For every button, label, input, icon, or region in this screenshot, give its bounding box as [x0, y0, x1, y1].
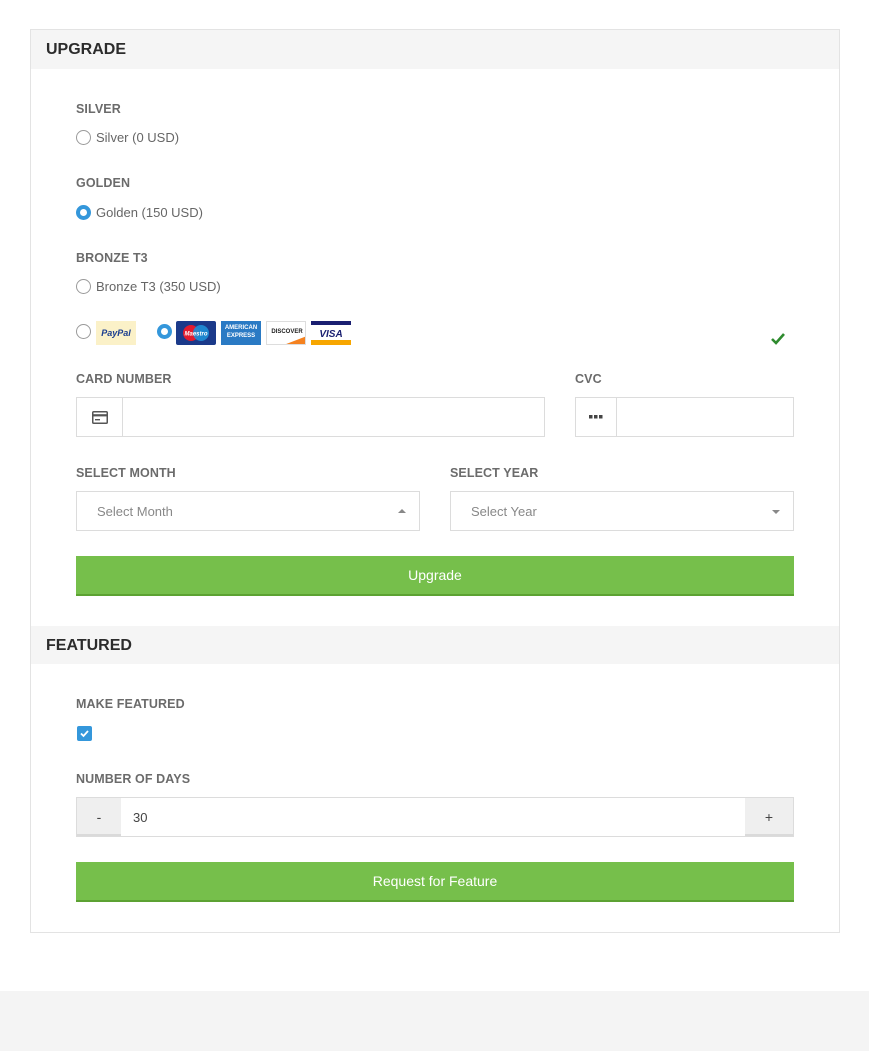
- plan-option-silver[interactable]: Silver (0 USD): [76, 130, 179, 145]
- select-month-label: SELECT MONTH: [76, 466, 176, 480]
- card-number-input[interactable]: [123, 398, 543, 436]
- card-number-field: [76, 397, 545, 437]
- golden-option-label: Golden (150 USD): [96, 205, 203, 220]
- paypal-radio[interactable]: [76, 324, 91, 339]
- increment-button[interactable]: +: [745, 798, 793, 836]
- card-number-label: CARD NUMBER: [76, 372, 172, 386]
- silver-radio[interactable]: [76, 130, 91, 145]
- bronze-group-label: BRONZE T3: [76, 251, 148, 265]
- checkbox-check-icon: [80, 730, 89, 738]
- amex-logo: AMERICAN EXPRESS: [221, 321, 261, 345]
- year-select[interactable]: Select Year: [450, 491, 794, 531]
- days-input[interactable]: 30: [133, 810, 147, 825]
- make-featured-checkbox[interactable]: [77, 726, 92, 741]
- select-year-label: SELECT YEAR: [450, 466, 539, 480]
- request-feature-button[interactable]: Request for Feature: [76, 862, 794, 902]
- number-of-days-label: NUMBER OF DAYS: [76, 772, 191, 786]
- bronze-radio[interactable]: [76, 279, 91, 294]
- days-stepper: - 30 +: [76, 797, 794, 837]
- paypal-logo: PayPal: [96, 321, 136, 345]
- maestro-logo: Maestro: [176, 321, 216, 345]
- visa-logo: VISA: [311, 321, 351, 345]
- plan-option-golden[interactable]: Golden (150 USD): [76, 205, 203, 220]
- svg-text:DISCOVER: DISCOVER: [271, 329, 303, 335]
- plan-option-bronze[interactable]: Bronze T3 (350 USD): [76, 279, 221, 294]
- svg-text:Maestro: Maestro: [184, 332, 207, 338]
- cards-radio[interactable]: [157, 324, 172, 339]
- make-featured-label: MAKE FEATURED: [76, 697, 185, 711]
- upgrade-title: UPGRADE: [46, 41, 127, 58]
- featured-section-header: FEATURED: [31, 626, 839, 664]
- cvc-label: CVC: [575, 372, 602, 386]
- page-footer: [0, 991, 869, 1051]
- golden-radio[interactable]: [76, 205, 91, 220]
- cvc-input[interactable]: [617, 398, 792, 436]
- month-select-value: Select Month: [97, 504, 173, 519]
- year-select-value: Select Year: [471, 504, 537, 519]
- credit-card-icon: [77, 398, 123, 436]
- silver-group-label: SILVER: [76, 102, 121, 116]
- upgrade-card: UPGRADE SILVER Silver (0 USD) GOLDEN Gol…: [30, 29, 840, 933]
- caret-up-icon: [398, 509, 406, 513]
- svg-text:VISA: VISA: [319, 329, 342, 340]
- upgrade-button[interactable]: Upgrade: [76, 556, 794, 596]
- upgrade-section-header: UPGRADE: [31, 30, 839, 69]
- payment-valid-check-icon: [771, 333, 785, 345]
- decrement-button[interactable]: -: [77, 798, 121, 836]
- featured-title: FEATURED: [46, 637, 132, 654]
- payment-option-paypal[interactable]: PayPal: [76, 321, 156, 345]
- cvc-field: [575, 397, 794, 437]
- bronze-option-label: Bronze T3 (350 USD): [96, 279, 221, 294]
- cvc-dots-icon: [576, 398, 617, 436]
- caret-down-icon: [772, 510, 780, 514]
- golden-group-label: GOLDEN: [76, 176, 131, 190]
- silver-option-label: Silver (0 USD): [96, 130, 180, 145]
- payment-option-cards[interactable]: Maestro AMERICAN EXPRESS DISCOVER VISA: [157, 321, 357, 345]
- month-select[interactable]: Select Month: [76, 491, 420, 531]
- discover-logo: DISCOVER: [266, 321, 306, 345]
